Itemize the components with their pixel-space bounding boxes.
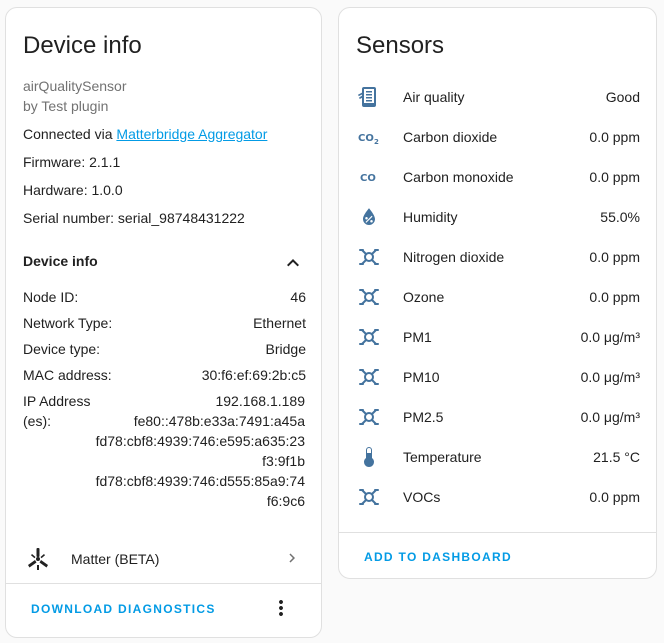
sensor-value: 0.0 ppm	[589, 169, 640, 185]
sensor-name: PM2.5	[403, 409, 444, 425]
svg-text:CO: CO	[358, 133, 374, 144]
matter-label: Matter (BETA)	[71, 551, 160, 567]
network-type-row: Network Type: Ethernet	[23, 315, 306, 335]
molecule-icon	[357, 245, 381, 269]
device-type-label: Device type:	[23, 341, 101, 357]
sensor-row[interactable]: VOCs 0.0 ppm	[339, 477, 656, 517]
sensor-value: 21.5 °C	[593, 449, 640, 465]
svg-text:CO: CO	[360, 173, 376, 184]
sensor-value: 0.0 ppm	[589, 289, 640, 305]
ip-address-value: fe80::478b:e33a:7491:a45a	[133, 413, 305, 429]
sensor-name: Humidity	[403, 209, 458, 225]
section-title: Device info	[23, 253, 98, 269]
connected-via: Connected via Matterbridge Aggregator	[23, 126, 267, 142]
hardware-version: Hardware: 1.0.0	[23, 182, 123, 198]
add-to-dashboard-button[interactable]: ADD TO DASHBOARD	[364, 550, 512, 564]
sensor-row[interactable]: PM2.5 0.0 μg/m³	[339, 397, 656, 437]
sensor-value: 0.0 μg/m³	[580, 409, 640, 425]
molecule-icon	[357, 285, 381, 309]
water-percent-icon	[357, 205, 381, 229]
sensor-name: Carbon monoxide	[403, 169, 514, 185]
download-diagnostics-button[interactable]: DOWNLOAD DIAGNOSTICS	[31, 602, 216, 616]
sensor-row[interactable]: Nitrogen dioxide 0.0 ppm	[339, 237, 656, 277]
sensors-card: Sensors Air quality Good CO 2 Carbon dioxide…	[338, 7, 657, 579]
sensor-value: 0.0 ppm	[589, 129, 640, 145]
svg-text:2: 2	[374, 138, 379, 146]
node-id-label: Node ID:	[23, 289, 79, 305]
sensors-title: Sensors	[356, 32, 445, 59]
sensor-name: PM10	[403, 369, 440, 385]
matter-logo-icon	[25, 546, 51, 572]
node-id-row: Node ID: 46	[23, 289, 306, 309]
sensor-name: Air quality	[403, 89, 465, 105]
more-vert-icon[interactable]	[269, 596, 293, 620]
device-type-row: Device type: Bridge	[23, 341, 306, 361]
network-type-label: Network Type:	[23, 315, 113, 331]
mac-address-label: MAC address:	[23, 367, 112, 383]
device-info-title: Device info	[23, 32, 142, 59]
chevron-right-icon	[283, 549, 301, 567]
sensor-row[interactable]: PM1 0.0 μg/m³	[339, 317, 656, 357]
node-id-value: 46	[290, 289, 306, 305]
co2-icon: CO 2	[357, 125, 381, 149]
sensors-actions-divider	[339, 532, 656, 533]
sensor-value: 0.0 ppm	[589, 489, 640, 505]
sensor-row[interactable]: Humidity 55.0%	[339, 197, 656, 237]
sensor-name: Carbon dioxide	[403, 129, 498, 145]
sensor-row[interactable]: Air quality Good	[339, 77, 656, 117]
sensor-value: 0.0 ppm	[589, 249, 640, 265]
ip-address-value: 192.168.1.189	[215, 393, 305, 409]
molecule-icon	[357, 485, 381, 509]
firmware-version: Firmware: 2.1.1	[23, 154, 121, 170]
sensor-row[interactable]: CO Carbon monoxide 0.0 ppm	[339, 157, 656, 197]
device-info-section-header[interactable]: Device info	[23, 251, 305, 275]
sensor-row[interactable]: Temperature 21.5 °C	[339, 437, 656, 477]
ip-address-values: 192.168.1.189 fe80::478b:e33a:7491:a45a …	[95, 391, 305, 511]
air-filter-icon	[357, 85, 381, 109]
connected-via-prefix: Connected via	[23, 126, 117, 142]
sensor-name: Ozone	[403, 289, 445, 305]
sensor-row[interactable]: CO 2 Carbon dioxide 0.0 ppm	[339, 117, 656, 157]
mac-address-row: MAC address: 30:f6:ef:69:2b:c5	[23, 367, 306, 387]
matter-integration-row[interactable]: Matter (BETA)	[6, 534, 321, 582]
sensor-name: Nitrogen dioxide	[403, 249, 505, 265]
sensor-value: 0.0 μg/m³	[580, 329, 640, 345]
sensor-name: PM1	[403, 329, 432, 345]
device-model: airQualitySensor	[23, 78, 127, 94]
sensor-name: VOCs	[403, 489, 441, 505]
molecule-icon	[357, 405, 381, 429]
mac-address-value: 30:f6:ef:69:2b:c5	[201, 367, 306, 383]
serial-number: Serial number: serial_98748431222	[23, 210, 245, 226]
molecule-icon	[357, 325, 381, 349]
matterbridge-aggregator-link[interactable]: Matterbridge Aggregator	[116, 126, 267, 142]
card-actions-divider	[6, 583, 321, 584]
sensor-row[interactable]: PM10 0.0 μg/m³	[339, 357, 656, 397]
ip-address-value: fd78:cbf8:4939:746:e595:a635:23f3:9f1b	[95, 433, 305, 469]
sensor-name: Temperature	[403, 449, 482, 465]
thermometer-icon	[357, 445, 381, 469]
network-type-value: Ethernet	[253, 315, 306, 331]
molecule-icon	[357, 365, 381, 389]
device-type-value: Bridge	[265, 341, 306, 357]
sensor-value: 0.0 μg/m³	[580, 369, 640, 385]
chevron-up-icon[interactable]	[281, 251, 305, 275]
ip-address-value: fd78:cbf8:4939:746:d555:85a9:74f6:9c6	[95, 473, 305, 509]
sensor-value: 55.0%	[600, 209, 640, 225]
device-info-card: Device info airQualitySensor by Test plu…	[5, 7, 322, 638]
sensor-value: Good	[605, 89, 640, 105]
sensor-row[interactable]: Ozone 0.0 ppm	[339, 277, 656, 317]
co-icon: CO	[357, 165, 381, 189]
device-manufacturer: by Test plugin	[23, 98, 109, 114]
